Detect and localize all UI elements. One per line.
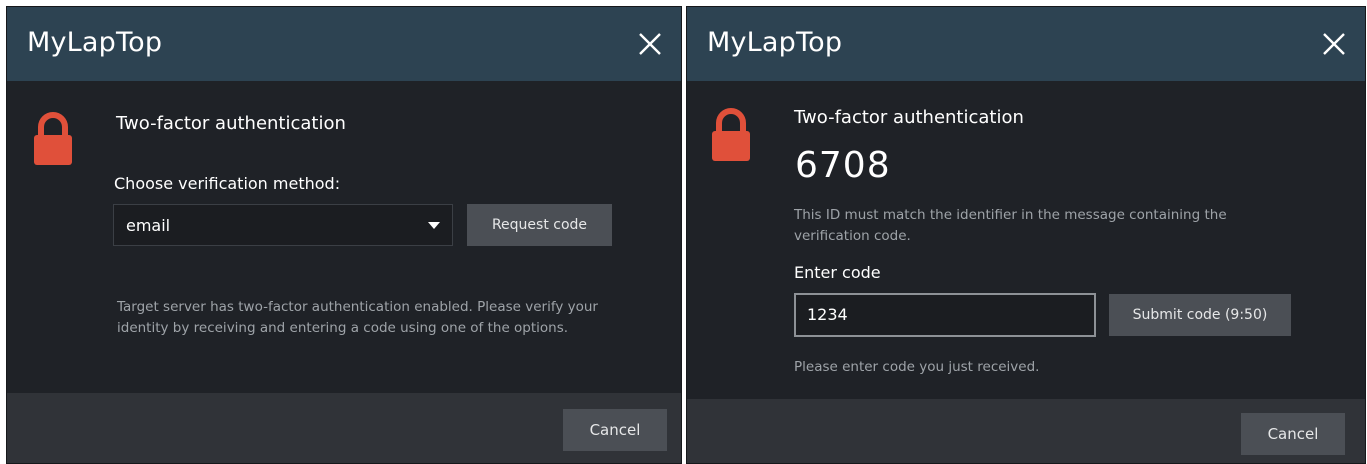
chevron-down-icon [428, 222, 440, 229]
identifier-note-line-1: This ID must match the identifier in the… [794, 207, 1227, 223]
verification-method-select[interactable]: email [113, 204, 453, 246]
identifier-note-line-2: verification code. [794, 228, 911, 244]
footer: Cancel [687, 399, 1365, 463]
identifier-code: 6708 [795, 145, 891, 186]
enter-code-label: Enter code [794, 263, 881, 282]
left-dialog: MyLapTop Two-factor authentication Choos… [6, 6, 682, 464]
titlebar: MyLapTop [687, 7, 1365, 81]
lock-icon [709, 107, 753, 163]
dialog-title: MyLapTop [707, 27, 843, 58]
code-input[interactable]: 1234 [794, 293, 1096, 337]
code-input-value: 1234 [807, 305, 848, 324]
info-line-1: Target server has two-factor authenticat… [117, 299, 598, 315]
lock-icon [31, 111, 75, 167]
titlebar: MyLapTop [7, 7, 681, 81]
select-value: email [126, 216, 171, 235]
footer: Cancel [7, 393, 681, 463]
method-label: Choose verification method: [114, 174, 341, 193]
close-icon[interactable] [635, 29, 665, 59]
submit-code-button[interactable]: Submit code (9:50) [1109, 294, 1291, 336]
dialog-title: MyLapTop [27, 27, 163, 58]
heading: Two-factor authentication [116, 113, 346, 134]
close-icon[interactable] [1319, 29, 1349, 59]
hint-text: Please enter code you just received. [794, 359, 1040, 375]
info-text: Target server has two-factor authenticat… [117, 297, 657, 339]
cancel-button[interactable]: Cancel [563, 409, 667, 451]
right-dialog: MyLapTop Two-factor authentication 6708 … [686, 6, 1366, 464]
identifier-note: This ID must match the identifier in the… [794, 205, 1334, 247]
cancel-button[interactable]: Cancel [1241, 413, 1345, 455]
request-code-button[interactable]: Request code [467, 204, 612, 246]
heading: Two-factor authentication [794, 107, 1024, 128]
info-line-2: identity by receiving and entering a cod… [117, 320, 569, 336]
